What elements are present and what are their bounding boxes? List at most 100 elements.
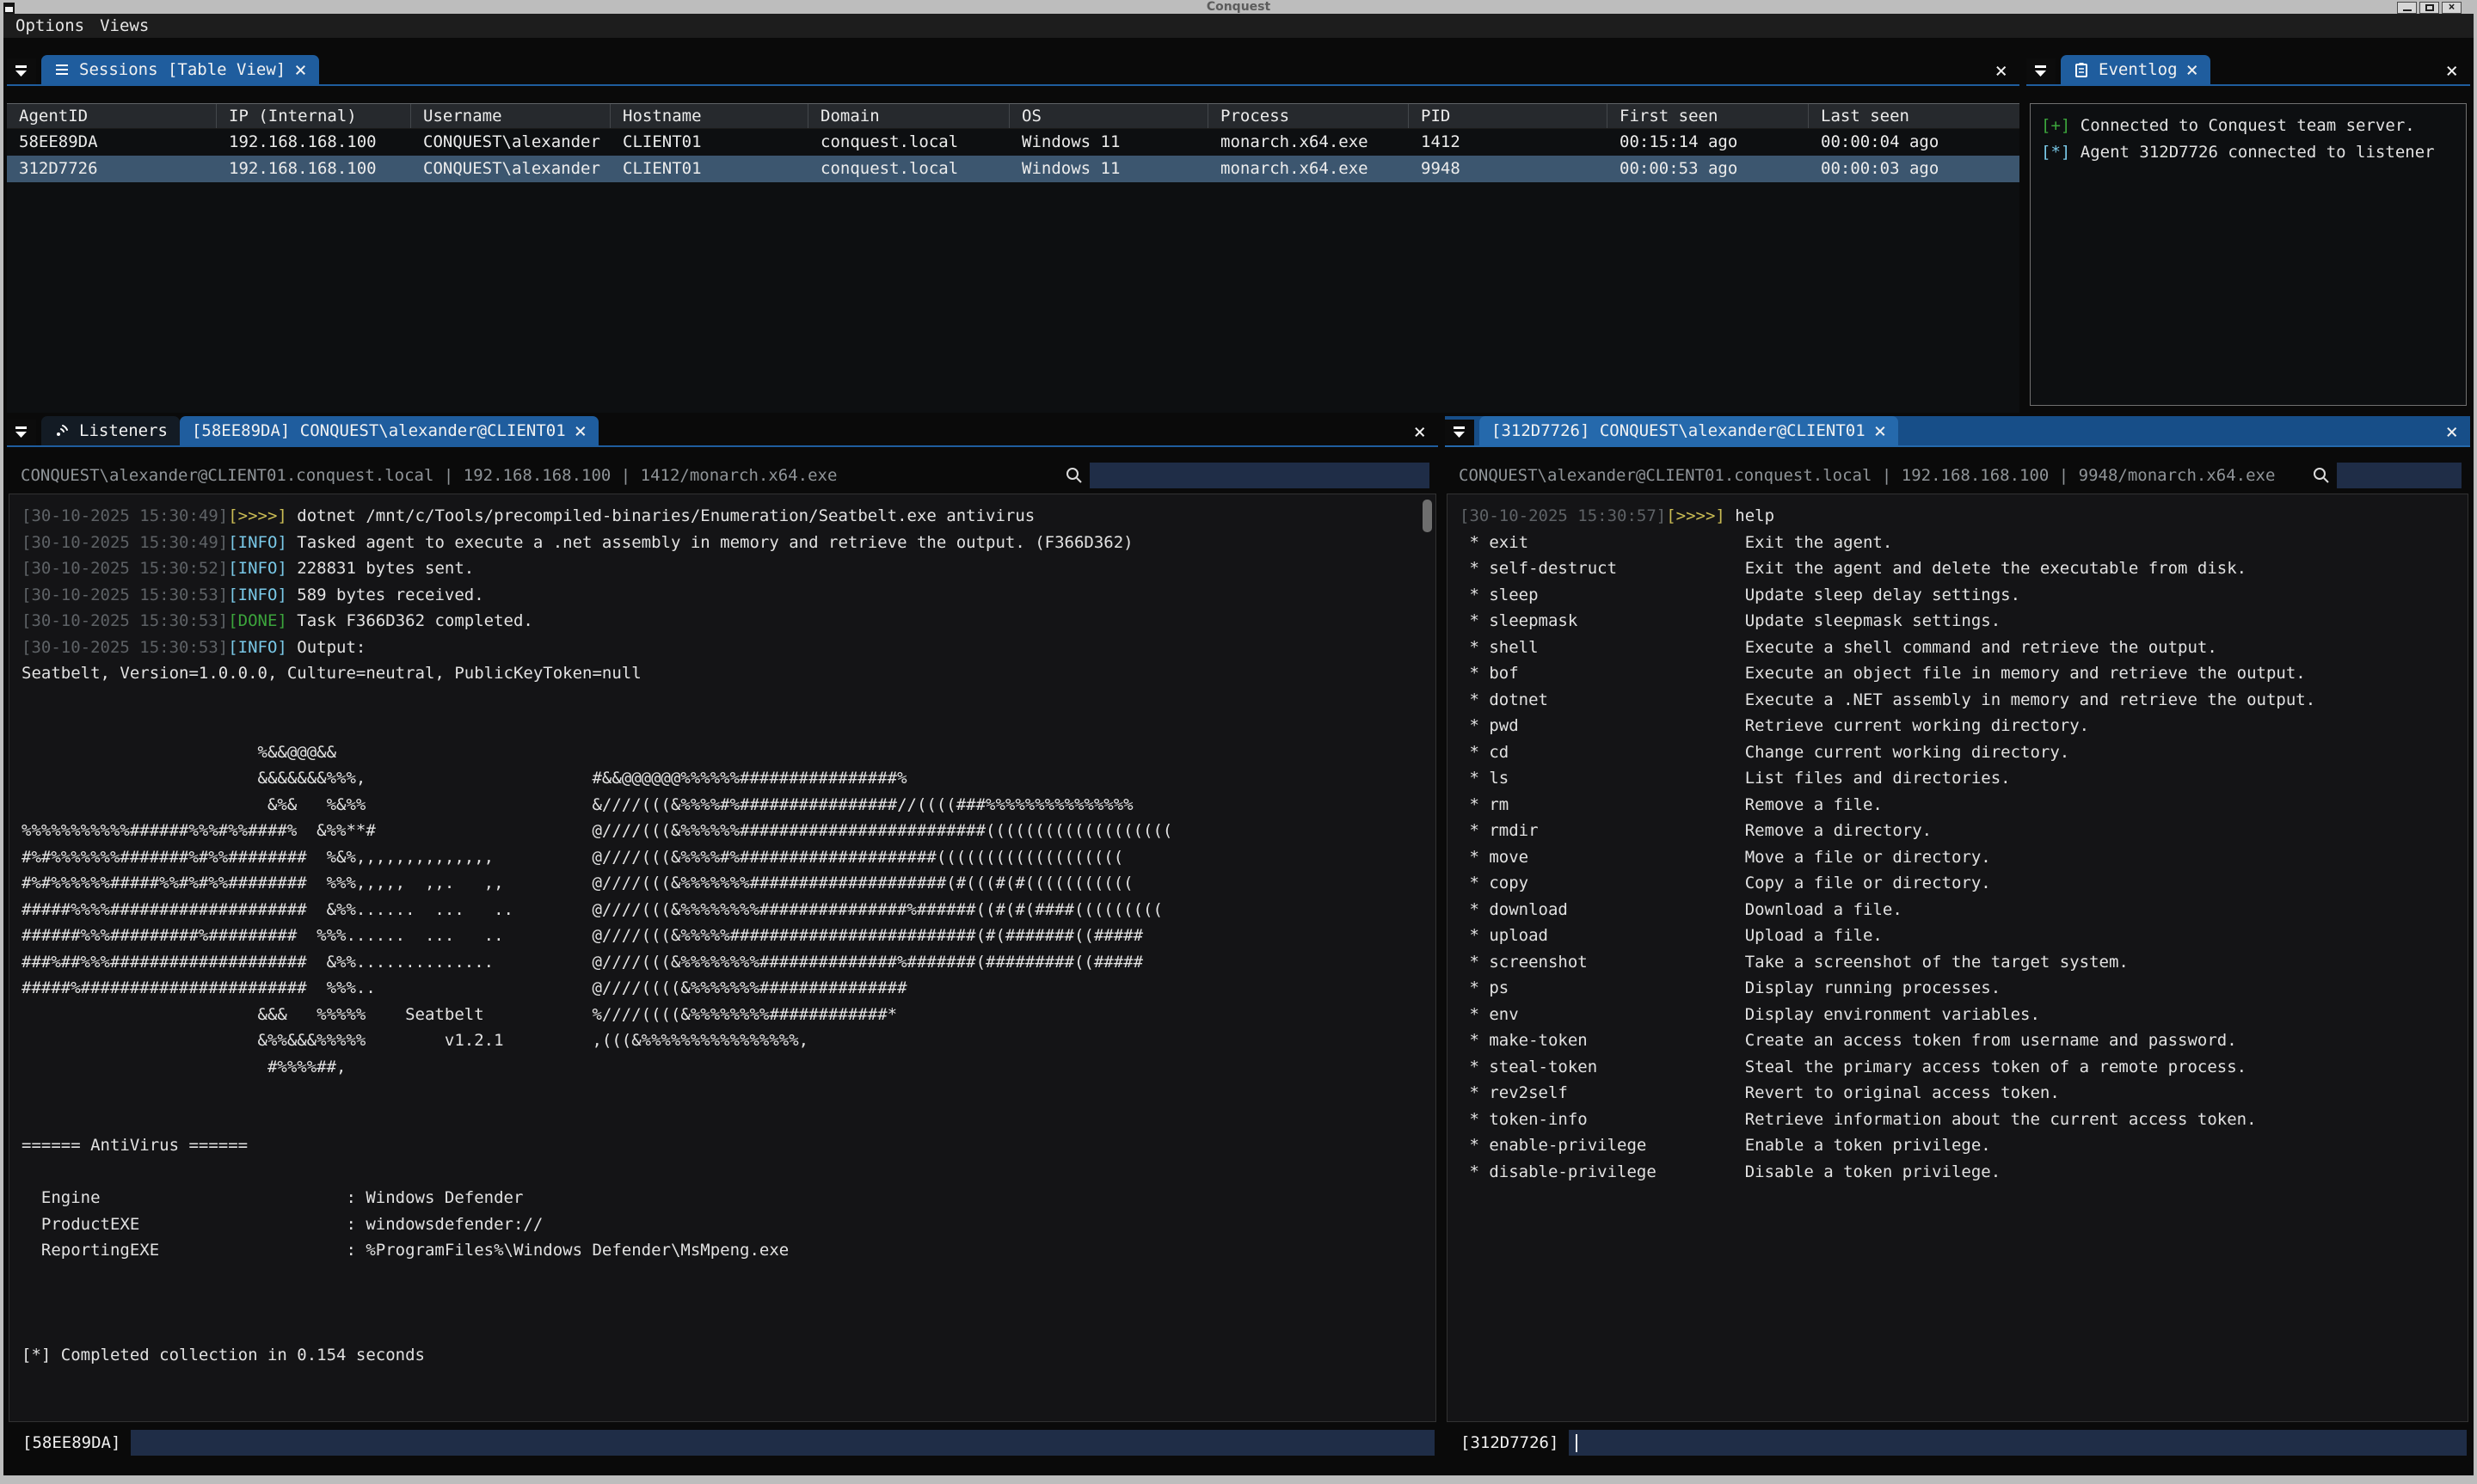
window-title: Conquest (1207, 0, 1270, 14)
console-panel-close-icon[interactable]: × (2446, 423, 2458, 440)
table-row-agent-312D7726[interactable]: 312D7726192.168.168.100CONQUEST\alexande… (7, 156, 2019, 182)
collapse-icon (13, 424, 30, 441)
maximize-button[interactable] (2419, 2, 2439, 14)
console-tabbar: [312D7726] CONQUEST\alexander@CLIENT01 ×… (1445, 416, 2470, 447)
command-prompt-row: [58EE89DA] (10, 1429, 1435, 1456)
console-line: * ls List files and directories. (1460, 765, 2462, 792)
cell-domain: conquest.local (808, 129, 1010, 156)
console-line: ProductEXE : windowsdefender:// (22, 1211, 1430, 1238)
table-list-icon (53, 61, 71, 78)
collapse-panel-button[interactable] (7, 420, 36, 445)
clipboard-icon (2073, 61, 2090, 78)
console-line: #%#%%%%%%%#######%#%%######## %&%,,,,,,,… (22, 844, 1430, 871)
tab-close-icon[interactable]: × (2186, 61, 2198, 78)
cell-domain: conquest.local (808, 156, 1010, 182)
table-row-agent-58EE89DA[interactable]: 58EE89DA192.168.168.100CONQUEST\alexande… (7, 129, 2019, 156)
console-line: [*] Completed collection in 0.154 second… (22, 1342, 1430, 1369)
tab-label: [312D7726] CONQUEST\alexander@CLIENT01 (1491, 421, 1865, 440)
console-line: [+] Connected to Conquest team server. (2041, 113, 2462, 139)
column-header-agentid[interactable]: AgentID (7, 104, 217, 128)
collapse-panel-button[interactable] (7, 58, 36, 84)
console-line: * env Display environment variables. (1460, 1002, 2462, 1028)
menu-item-views[interactable]: Views (100, 16, 149, 35)
column-header-first-seen[interactable]: First seen (1607, 104, 1809, 128)
search-input[interactable] (2337, 463, 2462, 488)
tab-close-icon[interactable]: × (294, 61, 306, 78)
console-line: * download Download a file. (1460, 897, 2462, 923)
console-line: * cd Change current working directory. (1460, 739, 2462, 766)
tab-listeners[interactable]: Listeners (41, 416, 180, 445)
cell-first-seen: 00:15:14 ago (1607, 129, 1809, 156)
console-line: * rev2self Revert to original access tok… (1460, 1080, 2462, 1107)
sessions-panel: Sessions [Table View] × × AgentIDIP (Int… (7, 55, 2019, 413)
column-header-process[interactable]: Process (1208, 104, 1409, 128)
sessions-panel-close-icon[interactable]: × (1995, 62, 2007, 79)
column-header-hostname[interactable]: Hostname (611, 104, 808, 128)
console-output-58EE89DA: [30-10-2025 15:30:49][>>>>] dotnet /mnt/… (9, 494, 1436, 1422)
menu-item-options[interactable]: Options (15, 16, 84, 35)
app-window: Options Views Sessions [Table View] × × A… (3, 14, 2474, 1475)
sessions-table-header: AgentIDIP (Internal)UsernameHostnameDoma… (7, 103, 2019, 129)
minimize-button[interactable] (2397, 2, 2417, 14)
console-line: [30-10-2025 15:30:49][INFO] Tasked agent… (22, 530, 1430, 556)
text-cursor (1576, 1434, 1577, 1452)
console-line (22, 1080, 1430, 1107)
session-meta-row: CONQUEST\alexander@CLIENT01.conquest.loc… (7, 463, 1438, 488)
tab-agent-58EE89DA[interactable]: [58EE89DA] CONQUEST\alexander@CLIENT01 × (180, 416, 599, 445)
eventlog-panel: Eventlog × × [+] Connected to Conquest t… (2026, 55, 2470, 413)
console-line: * ps Display running processes. (1460, 975, 2462, 1002)
minimize-icon (2403, 9, 2412, 11)
console-line: &%%&&&%%%%% v1.2.1 ,(((&%%%%%%%%%%%%%%%%… (22, 1027, 1430, 1054)
collapse-panel-button[interactable] (2026, 58, 2056, 84)
cell-ip-internal: 192.168.168.100 (217, 156, 411, 182)
search-input[interactable] (1090, 463, 1429, 488)
console-panel-close-icon[interactable]: × (1414, 423, 1426, 440)
console-line: * token-info Retrieve information about … (1460, 1107, 2462, 1133)
cell-os: Windows 11 (1010, 156, 1208, 182)
cell-username: CONQUEST\alexander (411, 129, 611, 156)
cell-os: Windows 11 (1010, 129, 1208, 156)
column-header-domain[interactable]: Domain (808, 104, 1010, 128)
column-header-username[interactable]: Username (411, 104, 611, 128)
window-titlebar[interactable]: Conquest × (0, 0, 2477, 14)
console-line: [30-10-2025 15:30:57][>>>>] help (1460, 503, 2462, 530)
window-icon (3, 3, 15, 14)
cell-hostname: CLIENT01 (611, 156, 808, 182)
scrollbar-thumb[interactable] (1423, 500, 1432, 532)
console-line: * rm Remove a file. (1460, 792, 2462, 819)
command-input-312D7726[interactable] (1569, 1430, 2467, 1456)
console-line: * pwd Retrieve current working directory… (1460, 713, 2462, 739)
console-line: #%#%%%%%%#####%%#%#%%######## %%%,,,,, ,… (22, 870, 1430, 897)
eventlog-panel-close-icon[interactable]: × (2446, 62, 2458, 79)
column-header-ip-internal[interactable]: IP (Internal) (217, 104, 411, 128)
cell-agentid: 58EE89DA (7, 129, 217, 156)
tab-eventlog[interactable]: Eventlog × (2061, 55, 2210, 84)
console-line: * enable-privilege Enable a token privil… (1460, 1132, 2462, 1159)
console-line: ###%##%%%#################### &%%.......… (22, 949, 1430, 976)
console-line (22, 687, 1430, 714)
collapse-panel-button[interactable] (1445, 420, 1474, 445)
command-input-58EE89DA[interactable] (131, 1430, 1435, 1456)
eventlog-tabbar: Eventlog × × (2026, 55, 2470, 86)
tab-close-icon[interactable]: × (575, 422, 587, 439)
console-line: [30-10-2025 15:30:53][INFO] Output: (22, 635, 1430, 661)
console-line (22, 713, 1430, 739)
eventlog-output: [+] Connected to Conquest team server.[*… (2030, 103, 2467, 406)
column-header-last-seen[interactable]: Last seen (1809, 104, 2019, 128)
console-line: * copy Copy a file or directory. (1460, 870, 2462, 897)
column-header-pid[interactable]: PID (1409, 104, 1607, 128)
tab-agent-312D7726[interactable]: [312D7726] CONQUEST\alexander@CLIENT01 × (1479, 416, 1898, 445)
close-button[interactable]: × (2442, 2, 2462, 14)
console-line: %%%%%%%%%%%######%%%#%%####% &%%**# @///… (22, 818, 1430, 844)
tab-close-icon[interactable]: × (1874, 422, 1886, 439)
collapse-icon (13, 63, 30, 80)
search-icon[interactable] (2311, 465, 2332, 486)
tab-sessions-table-view[interactable]: Sessions [Table View] × (41, 55, 319, 84)
cell-pid: 1412 (1409, 129, 1607, 156)
column-header-os[interactable]: OS (1010, 104, 1208, 128)
search-icon[interactable] (1064, 465, 1085, 486)
tab-label: Listeners (79, 421, 168, 440)
session-info: CONQUEST\alexander@CLIENT01.conquest.loc… (21, 466, 1064, 485)
sessions-tabbar: Sessions [Table View] × × (7, 55, 2019, 86)
cell-last-seen: 00:00:04 ago (1809, 129, 2019, 156)
